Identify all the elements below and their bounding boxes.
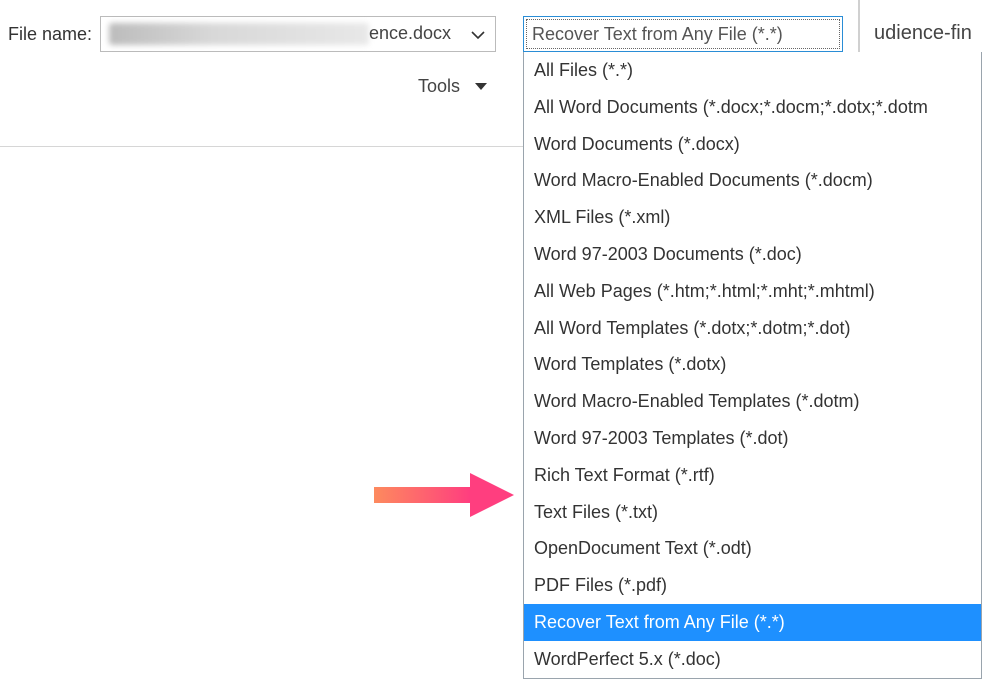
tools-label: Tools [418,76,460,97]
dropdown-item[interactable]: Rich Text Format (*.rtf) [524,457,981,494]
file-type-dropdown-list[interactable]: All Files (*.*)All Word Documents (*.doc… [523,52,982,679]
dropdown-item[interactable]: All Files (*.*) [524,52,981,89]
dropdown-item[interactable]: Text Files (*.txt) [524,494,981,531]
file-type-selected-value: Recover Text from Any File (*.*) [532,24,783,45]
dropdown-item[interactable]: All Web Pages (*.htm;*.html;*.mht;*.mhtm… [524,273,981,310]
dropdown-item[interactable]: Word Templates (*.dotx) [524,346,981,383]
annotation-arrow-icon [374,473,514,517]
dropdown-item[interactable]: All Word Documents (*.docx;*.docm;*.dotx… [524,89,981,126]
dropdown-item[interactable]: Word Macro-Enabled Documents (*.docm) [524,162,981,199]
dropdown-item[interactable]: Word 97-2003 Templates (*.dot) [524,420,981,457]
dropdown-item[interactable]: Recover Text from Any File (*.*) [524,604,981,641]
dropdown-item[interactable]: PDF Files (*.pdf) [524,567,981,604]
divider [0,146,523,147]
dropdown-item[interactable]: Word Documents (*.docx) [524,126,981,163]
tools-menu-button[interactable]: Tools [418,76,488,97]
file-type-combobox[interactable]: Recover Text from Any File (*.*) [523,16,843,52]
dropdown-item[interactable]: XML Files (*.xml) [524,199,981,236]
dropdown-item[interactable]: Word 97-2003 Documents (*.doc) [524,236,981,273]
chevron-down-icon[interactable] [471,28,485,42]
dropdown-item[interactable]: WordPerfect 5.x (*.doc) [524,641,981,678]
file-name-blurred-text [109,23,369,45]
dropdown-item[interactable]: All Word Templates (*.dotx;*.dotm;*.dot) [524,310,981,347]
caret-down-icon [474,82,488,92]
dropdown-item[interactable]: Word Macro-Enabled Templates (*.dotm) [524,383,981,420]
file-name-label: File name: [0,24,92,45]
file-name-visible-tail: ence.docx [369,23,451,44]
adjacent-panel-text: udience-fin [874,22,972,44]
file-name-combobox[interactable]: ence.docx [100,16,496,52]
dropdown-item[interactable]: OpenDocument Text (*.odt) [524,530,981,567]
